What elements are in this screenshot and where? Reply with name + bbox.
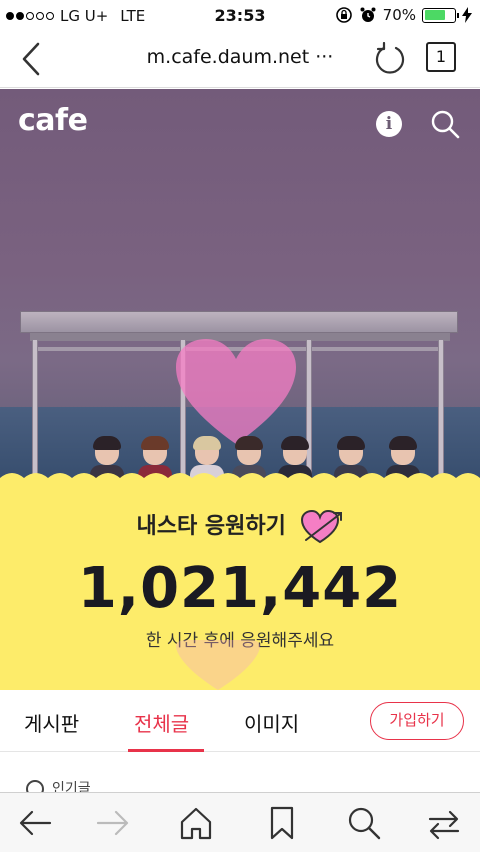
home-icon[interactable] [176, 803, 216, 843]
peek-text[interactable]: 인기글 [52, 778, 91, 792]
support-title-text: 내스타 응원하기 [136, 514, 286, 539]
share-icon[interactable] [424, 803, 464, 843]
bookmark-icon[interactable] [262, 803, 302, 843]
tab-images[interactable]: 이미지 [244, 708, 299, 737]
tab-all-posts[interactable]: 전체글 [134, 708, 189, 737]
battery-percent: 70% [382, 6, 416, 24]
reload-icon[interactable] [374, 42, 406, 76]
support-count: 1,021,442 [77, 556, 403, 621]
browser-toolbar [0, 792, 480, 852]
battery-icon [422, 7, 459, 23]
cafe-tab-bar: 게시판 전체글 이미지 가입하기 [0, 690, 480, 752]
list-bullet-icon [26, 780, 44, 792]
cafe-hero-banner: cafe i [0, 89, 480, 489]
rotation-lock-icon [335, 7, 352, 23]
status-bar: LG U+ LTE 23:53 70% [0, 0, 480, 32]
shelter-post [32, 339, 38, 489]
tab-count-button[interactable]: 1 [426, 42, 456, 72]
forward-arrow-icon[interactable] [92, 803, 132, 843]
support-title: 내스타 응원하기 [0, 508, 480, 544]
tab-board[interactable]: 게시판 [24, 708, 79, 737]
url-domain[interactable]: m.cafe.daum.net ··· [0, 46, 480, 68]
back-arrow-icon[interactable] [16, 803, 56, 843]
scallop-edge [0, 473, 480, 484]
charging-bolt-icon [462, 7, 472, 23]
post-list-peek: 인기글 [0, 752, 480, 792]
join-button[interactable]: 가입하기 [370, 702, 464, 740]
browser-address-bar: m.cafe.daum.net ··· 1 [0, 32, 480, 88]
bus-shelter-roof [20, 311, 458, 333]
search-toolbar-icon[interactable] [344, 803, 384, 843]
shelter-post [438, 339, 444, 489]
cafe-logo[interactable]: cafe [18, 103, 88, 138]
alarm-icon [360, 7, 376, 22]
heart-arrow-icon [300, 510, 342, 544]
search-icon[interactable] [430, 109, 460, 139]
info-icon[interactable]: i [376, 111, 402, 137]
faded-heart-decoration [176, 640, 260, 690]
